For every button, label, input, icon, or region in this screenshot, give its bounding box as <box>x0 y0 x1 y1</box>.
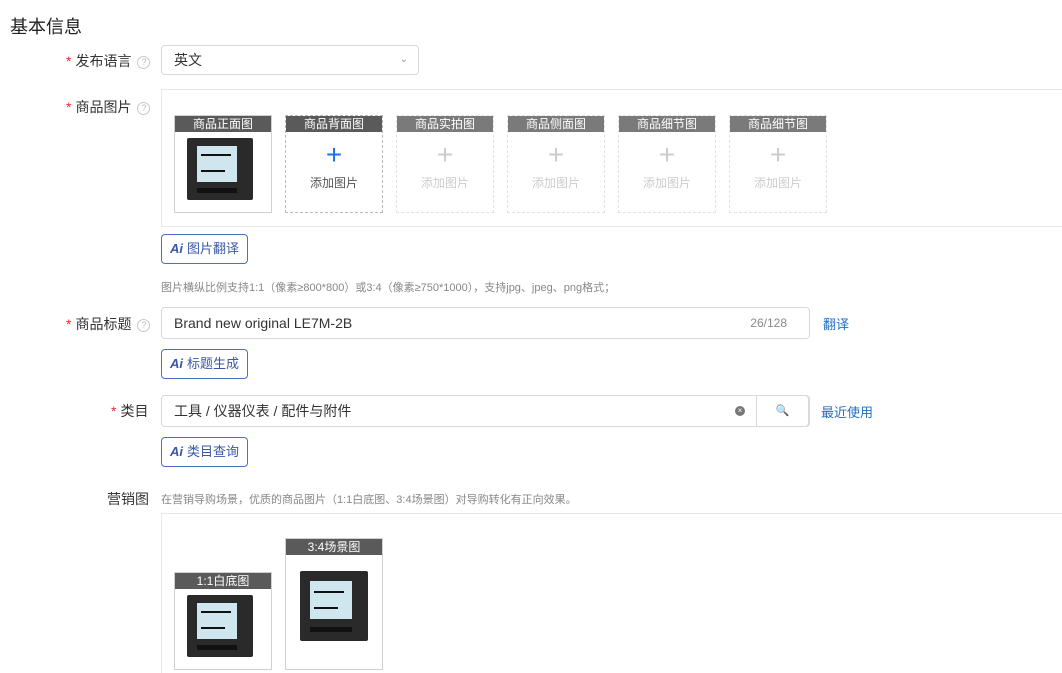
title-generate-label: 标题生成 <box>187 356 240 371</box>
chevron-down-icon: ⌄ <box>399 54 408 65</box>
marketing-label: 营销图 <box>107 491 149 507</box>
clear-icon[interactable]: × <box>735 406 745 416</box>
required-mark: * <box>66 53 72 69</box>
title-input[interactable]: Brand new original LE7M-2B 26/128 <box>161 307 810 339</box>
category-label-text: 类目 <box>120 403 149 419</box>
title-label-text: 商品标题 <box>75 316 132 332</box>
translate-link[interactable]: 翻译 <box>823 314 849 333</box>
images-label-text: 商品图片 <box>75 99 132 115</box>
image-slot-real[interactable]: 商品实拍图 + 添加图片 <box>396 115 494 213</box>
category-input[interactable]: 工具 / 仪器仪表 / 配件与附件 × 🔍 <box>161 395 810 427</box>
slot-tag: 商品侧面图 <box>508 116 604 132</box>
marketing-hint: 在营销导购场景，优质的商品图片（1:1白底图、3:4场景图）对导购转化有正向效果… <box>161 494 577 506</box>
help-icon[interactable]: ? <box>137 55 151 69</box>
title-label: * 商品标题? <box>66 314 151 334</box>
ai-icon: Ai <box>170 356 183 371</box>
section-title: 基本信息 <box>10 17 82 37</box>
marketing-slot-scene[interactable]: 3:4场景图 <box>285 538 383 670</box>
language-value: 英文 <box>174 52 202 68</box>
image-slot-back[interactable]: 商品背面图 + 添加图片 <box>285 115 383 213</box>
required-mark: * <box>66 99 72 115</box>
help-icon[interactable]: ? <box>137 101 151 115</box>
search-button[interactable]: 🔍 <box>756 395 809 427</box>
marketing-slot-white[interactable]: 1:1白底图 <box>174 572 272 670</box>
image-translate-button[interactable]: Ai 图片翻译 <box>161 234 249 264</box>
required-mark: * <box>111 403 117 419</box>
add-image-text: 添加图片 <box>420 176 469 190</box>
help-icon[interactable]: ? <box>137 318 151 332</box>
image-slot-side[interactable]: 商品侧面图 + 添加图片 <box>507 115 605 213</box>
marketing-panel: 1:1白底图 3:4场景图 <box>161 513 1062 673</box>
images-label: * 商品图片? <box>66 97 151 117</box>
image-hint: 图片横纵比例支持1:1（像素≥800*800）或3:4（像素≥750*1000）… <box>161 282 616 294</box>
category-query-button[interactable]: Ai 类目查询 <box>161 437 249 467</box>
char-counter: 26/128 <box>750 316 787 330</box>
slot-tag: 3:4场景图 <box>286 539 382 555</box>
language-label: * 发布语言? <box>66 51 151 71</box>
ai-icon: Ai <box>170 444 183 459</box>
add-image-text: 添加图片 <box>309 176 358 190</box>
slot-tag: 商品正面图 <box>175 116 271 132</box>
add-image-text: 添加图片 <box>753 176 802 190</box>
plus-icon: + <box>436 139 454 170</box>
category-label: * 类目 <box>111 401 148 421</box>
image-slot-detail-2[interactable]: 商品细节图 + 添加图片 <box>729 115 827 213</box>
plus-icon: + <box>769 139 787 170</box>
slot-tag: 商品背面图 <box>286 116 382 132</box>
product-image <box>300 571 368 641</box>
slot-tag: 商品细节图 <box>730 116 826 132</box>
add-image-text: 添加图片 <box>642 176 691 190</box>
image-panel: 商品正面图 商品背面图 + 添加图片 商品实拍图 + 添加图片 商品侧面图 + … <box>161 89 1062 227</box>
product-image <box>187 138 253 200</box>
image-slot-front[interactable]: 商品正面图 <box>174 115 272 213</box>
plus-icon: + <box>547 139 565 170</box>
recent-link[interactable]: 最近使用 <box>821 402 873 421</box>
category-value: 工具 / 仪器仪表 / 配件与附件 <box>174 403 352 419</box>
plus-icon: + <box>325 139 343 170</box>
language-select[interactable]: 英文 ⌄ <box>161 45 419 75</box>
required-mark: * <box>66 316 72 332</box>
slot-tag: 商品实拍图 <box>397 116 493 132</box>
category-query-label: 类目查询 <box>187 444 240 459</box>
title-value: Brand new original LE7M-2B <box>174 315 353 331</box>
slot-tag: 商品细节图 <box>619 116 715 132</box>
search-icon: 🔍 <box>775 405 790 417</box>
image-translate-label: 图片翻译 <box>187 241 240 256</box>
slot-tag: 1:1白底图 <box>175 573 271 589</box>
title-generate-button[interactable]: Ai 标题生成 <box>161 349 249 379</box>
image-slot-detail-1[interactable]: 商品细节图 + 添加图片 <box>618 115 716 213</box>
add-image-text: 添加图片 <box>531 176 580 190</box>
plus-icon: + <box>658 139 676 170</box>
product-image <box>187 595 253 657</box>
ai-icon: Ai <box>170 241 183 256</box>
language-label-text: 发布语言 <box>75 53 132 69</box>
